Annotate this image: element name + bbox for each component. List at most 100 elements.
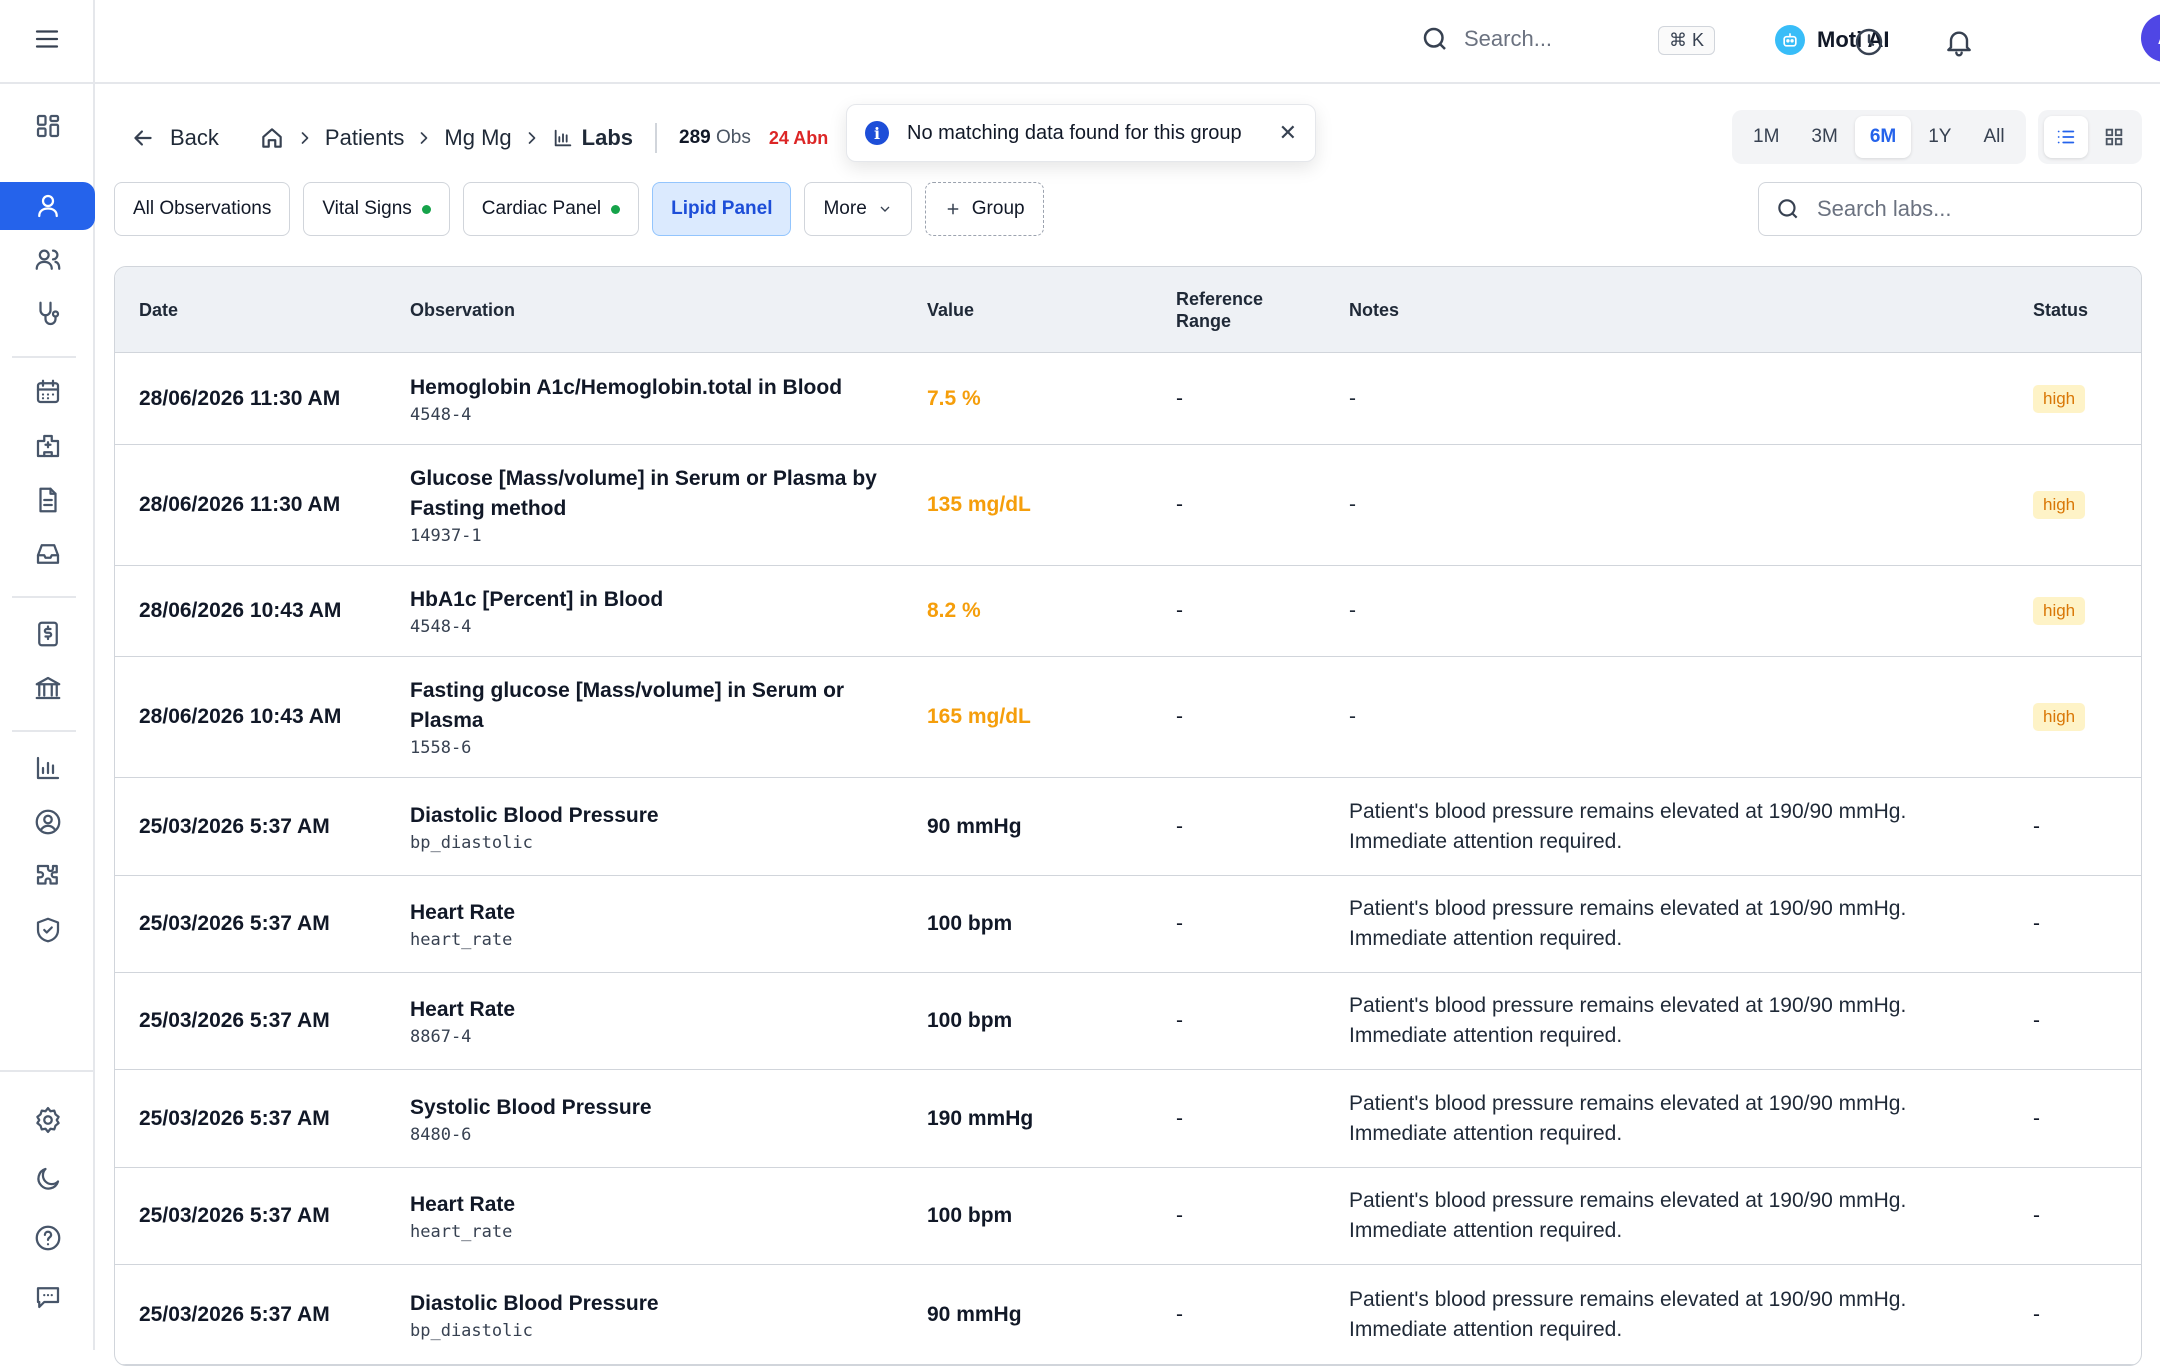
table-row[interactable]: 25/03/2026 5:37 AM Diastolic Blood Pressu…: [115, 1265, 2141, 1365]
header-status[interactable]: Status: [2033, 267, 2088, 353]
row-observation: Fasting glucose [Mass/volume] in Serum o…: [410, 657, 890, 777]
range-1m[interactable]: 1M: [1738, 116, 1794, 158]
group-cardiac-panel[interactable]: Cardiac Panel: [462, 182, 640, 236]
list-view-icon[interactable]: [2044, 116, 2088, 158]
range-1y[interactable]: 1Y: [1913, 116, 1966, 158]
row-status: -: [2033, 973, 2040, 1069]
close-icon[interactable]: ✕: [1279, 120, 1297, 146]
grid-view-icon[interactable]: [2092, 116, 2136, 158]
row-status: high: [2033, 445, 2086, 565]
table-row[interactable]: 28/06/2026 11:30 AM Hemoglobin A1c/Hemogl…: [115, 353, 2141, 445]
header-notes[interactable]: Notes: [1349, 267, 1399, 353]
puzzle-icon[interactable]: [0, 852, 95, 900]
group-all-observations[interactable]: All Observations: [114, 182, 291, 236]
table-row[interactable]: 25/03/2026 5:37 AM Systolic Blood Pressur…: [115, 1070, 2141, 1168]
hospital-icon[interactable]: [0, 422, 95, 470]
inbox-icon[interactable]: [0, 530, 95, 578]
observation-code: heart_rate: [410, 1222, 513, 1242]
avatar[interactable]: A: [2141, 14, 2160, 62]
row-date: 25/03/2026 5:37 AM: [139, 912, 330, 935]
row-notes: -: [1349, 386, 1356, 410]
row-notes: Patient's blood pressure remains elevate…: [1349, 1091, 1907, 1145]
table-row[interactable]: 25/03/2026 5:37 AM Heart Rate heart_rate 10…: [115, 1168, 2141, 1265]
menu-icon[interactable]: [32, 24, 62, 59]
settings-icon[interactable]: [0, 1096, 95, 1144]
row-date: 28/06/2026 10:43 AM: [139, 599, 342, 622]
users-icon[interactable]: [0, 236, 95, 284]
row-date: 25/03/2026 5:37 AM: [139, 1106, 330, 1130]
observation-code: 14937-1: [410, 526, 482, 546]
table-row[interactable]: 28/06/2026 10:43 AM HbA1c [Percent] in Bl…: [115, 566, 2141, 657]
row-notes: Patient's blood pressure remains elevate…: [1349, 1287, 1907, 1341]
status-dot: [611, 204, 621, 214]
obs-count-suffix: Obs: [716, 127, 751, 148]
group-vital-signs[interactable]: Vital Signs: [303, 182, 450, 236]
shield-icon[interactable]: [0, 906, 95, 954]
observation-name: HbA1c [Percent] in Blood: [410, 588, 664, 611]
table-row[interactable]: 25/03/2026 5:37 AM Heart Rate 8867-4 100 bp…: [115, 973, 2141, 1070]
group-more-dropdown[interactable]: More: [804, 182, 912, 236]
document-icon[interactable]: [0, 476, 95, 524]
bank-icon[interactable]: [0, 664, 95, 712]
row-notes: Patient's blood pressure remains elevate…: [1349, 799, 1907, 853]
group-lipid-panel[interactable]: Lipid Panel: [652, 182, 792, 236]
chat-icon[interactable]: [0, 1273, 95, 1321]
breadcrumb-patient-name[interactable]: Mg Mg: [444, 125, 511, 151]
observation-name: Heart Rate: [410, 901, 516, 924]
header-reference-range[interactable]: Reference Range: [1176, 267, 1286, 353]
billing-icon[interactable]: [0, 610, 95, 658]
row-observation: Diastolic Blood Pressure bp_diastolic: [410, 778, 890, 875]
table-row[interactable]: 28/06/2026 10:43 AM Fasting glucose [Mass…: [115, 657, 2141, 778]
observation-code: heart_rate: [410, 930, 513, 950]
row-observation: Hemoglobin A1c/Hemoglobin.total in Blood…: [410, 353, 890, 444]
dark-mode-icon[interactable]: [0, 1155, 95, 1203]
table-row[interactable]: 25/03/2026 5:37 AM Heart Rate heart_rate 10…: [115, 876, 2141, 973]
observation-name: Systolic Blood Pressure: [410, 1095, 652, 1119]
status-badge: high: [2033, 703, 2086, 731]
account-icon[interactable]: [0, 798, 95, 846]
analytics-icon[interactable]: [0, 744, 95, 792]
observation-name: Diastolic Blood Pressure: [410, 803, 659, 827]
header-date[interactable]: Date: [139, 267, 178, 353]
range-all[interactable]: All: [1968, 116, 2019, 158]
row-observation: HbA1c [Percent] in Blood 4548-4: [410, 566, 890, 656]
breadcrumb-current: Labs: [581, 125, 634, 150]
observation-code: 4548-4: [410, 404, 472, 425]
shortcut-hint: ⌘ K: [1658, 26, 1716, 55]
home-icon[interactable]: [259, 125, 285, 151]
back-button[interactable]: Back: [130, 125, 219, 151]
table-row[interactable]: 25/03/2026 5:37 AM Diastolic Blood Pressu…: [115, 778, 2141, 876]
header-observation[interactable]: Observation: [410, 267, 515, 353]
row-reference-range: -: [1176, 493, 1183, 516]
range-3m[interactable]: 3M: [1796, 116, 1852, 158]
help-icon[interactable]: [0, 1214, 95, 1262]
row-value: 165 mg/dL: [927, 705, 1031, 728]
row-date: 28/06/2026 11:30 AM: [139, 493, 341, 516]
breadcrumb-patients[interactable]: Patients: [325, 125, 405, 151]
abnormal-count: 24 Abn: [768, 127, 829, 148]
calendar-icon[interactable]: [0, 368, 95, 416]
range-6m[interactable]: 6M: [1854, 116, 1912, 158]
row-status: high: [2033, 657, 2086, 777]
arrow-left-icon: [134, 130, 152, 146]
table-row[interactable]: 28/06/2026 11:30 AM Glucose [Mass/volume]…: [115, 445, 2141, 566]
dashboard-icon[interactable]: [0, 102, 95, 150]
back-label: Back: [170, 125, 219, 150]
patient-icon[interactable]: [0, 182, 95, 230]
row-status: high: [2033, 353, 2086, 444]
history-icon[interactable]: [1853, 26, 1885, 58]
header-value[interactable]: Value: [927, 267, 974, 353]
lab-search-input[interactable]: Search labs...: [1758, 182, 2142, 236]
bell-icon[interactable]: [1943, 26, 1975, 58]
row-observation: Heart Rate 8867-4: [410, 973, 890, 1069]
row-notes: -: [1349, 705, 1356, 728]
observation-code: 8867-4: [410, 1027, 472, 1047]
observation-name: Hemoglobin A1c/Hemoglobin.total in Blood: [410, 375, 843, 399]
breadcrumb: Back Patients Mg Mg Labs 289 Obs 24 Abn: [130, 118, 828, 158]
add-group-button[interactable]: Group: [924, 182, 1044, 236]
row-notes: -: [1349, 599, 1356, 622]
global-search[interactable]: Search...: [1420, 24, 1552, 54]
sidebar-divider: [0, 1070, 95, 1072]
stethoscope-icon[interactable]: [0, 290, 95, 338]
row-observation: Systolic Blood Pressure 8480-6: [410, 1070, 890, 1167]
